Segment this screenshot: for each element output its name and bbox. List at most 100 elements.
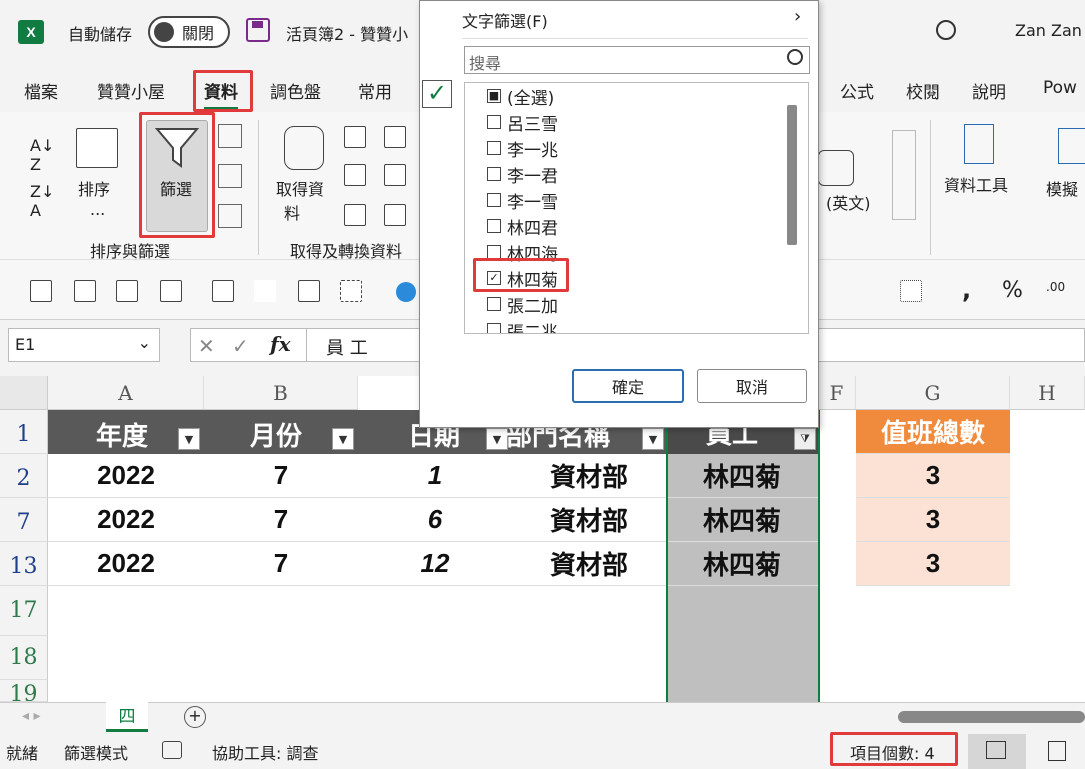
what-if-label[interactable]: 模擬 xyxy=(1046,176,1078,200)
cell-employee[interactable]: 林四菊 xyxy=(666,542,818,586)
cancel-icon[interactable]: ✕ xyxy=(198,334,215,358)
toolbar-icon[interactable] xyxy=(30,280,52,302)
list-item[interactable]: 李一兆 xyxy=(487,135,558,161)
list-item[interactable]: 林四君 xyxy=(487,213,558,239)
crop-icon[interactable] xyxy=(298,280,320,302)
fx-icon[interactable]: fx xyxy=(270,332,291,356)
cell-month[interactable]: 7 xyxy=(204,454,358,498)
g-cell[interactable]: 3 xyxy=(856,498,1010,542)
pointer-icon[interactable] xyxy=(254,280,276,302)
accessibility-status[interactable]: 協助工具: 調查 xyxy=(212,740,318,764)
borders-icon[interactable] xyxy=(900,280,922,302)
list-item[interactable]: 李一君 xyxy=(487,161,558,187)
active-filter-icon[interactable]: ⧩ xyxy=(794,428,816,450)
percent-icon[interactable]: % xyxy=(1002,278,1023,303)
column-header-a[interactable]: A xyxy=(48,376,204,410)
database-icon[interactable] xyxy=(284,126,324,170)
row-header[interactable]: 1 xyxy=(0,410,48,454)
data-tools-label[interactable]: 資料工具 xyxy=(944,172,1008,196)
sheet-tab[interactable]: 四 xyxy=(106,702,148,732)
tab-formulas[interactable]: 公式 xyxy=(840,78,874,103)
filter-dropdown[interactable]: ▼ xyxy=(178,428,200,450)
tab-help[interactable]: 說明 xyxy=(972,78,1006,103)
select-all[interactable] xyxy=(0,376,48,410)
cell-date[interactable]: 1 xyxy=(358,454,512,498)
filter-dropdown[interactable]: ▼ xyxy=(486,428,508,450)
g-cell[interactable]: 3 xyxy=(856,454,1010,498)
search-input[interactable]: 搜尋 xyxy=(464,46,810,74)
row-header[interactable]: 2 xyxy=(0,454,48,498)
data-model-icon[interactable] xyxy=(384,204,406,226)
macro-record-icon[interactable] xyxy=(162,741,182,759)
tab-power[interactable]: Pow xyxy=(1043,78,1077,98)
from-text-icon[interactable] xyxy=(344,126,366,148)
column-header-h[interactable]: H xyxy=(1010,376,1085,410)
scrollbar-thumb[interactable] xyxy=(787,105,797,245)
format-painter-icon[interactable] xyxy=(858,280,880,302)
list-item[interactable]: ■ (全選) xyxy=(487,83,554,109)
list-item[interactable]: 張二加 xyxy=(487,291,558,317)
row-header[interactable]: 7 xyxy=(0,498,48,542)
column-header-f[interactable]: F xyxy=(818,376,856,410)
user-name[interactable]: Zan Zan xyxy=(1015,21,1082,40)
stocks-icon[interactable] xyxy=(818,150,854,186)
enter-icon[interactable]: ✓ xyxy=(232,334,249,358)
g-header[interactable]: 值班總數 xyxy=(856,410,1010,454)
tab-review[interactable]: 校閱 xyxy=(906,78,940,103)
autosave-toggle[interactable]: 關閉 xyxy=(148,16,230,48)
tab-palette[interactable]: 調色盤 xyxy=(270,78,321,103)
search-icon[interactable] xyxy=(936,20,956,40)
tab-file[interactable]: 檔案 xyxy=(24,78,58,103)
column-header-g[interactable]: G xyxy=(856,376,1010,410)
from-table-icon[interactable] xyxy=(344,204,366,226)
save-icon[interactable] xyxy=(246,18,270,42)
advanced-filter-icon[interactable] xyxy=(218,204,242,228)
sort-za-icon[interactable]: Z↓ A xyxy=(30,182,54,220)
cell-employee[interactable]: 林四菊 xyxy=(666,454,818,498)
data-tools-icon[interactable] xyxy=(964,124,994,164)
cell-year[interactable]: 2022 xyxy=(48,542,204,586)
sort-az-icon[interactable]: A↓ Z xyxy=(30,136,54,174)
tab-home[interactable]: 常用 xyxy=(358,78,392,103)
row-header[interactable]: 18 xyxy=(0,636,48,680)
reapply-icon[interactable] xyxy=(218,164,242,188)
filter-dropdown[interactable]: ▼ xyxy=(332,428,354,450)
cell-date[interactable]: 12 xyxy=(358,542,512,586)
decimal-icon[interactable]: .00 xyxy=(1046,280,1065,294)
toolbar-icon[interactable] xyxy=(74,280,96,302)
text-filter-menu[interactable]: 文字篩選(F) xyxy=(462,8,548,32)
add-sheet-button[interactable]: + xyxy=(184,706,206,728)
cell-dept[interactable]: 資材部 xyxy=(512,542,666,586)
cell-month[interactable]: 7 xyxy=(204,542,358,586)
horizontal-scrollbar[interactable] xyxy=(898,711,1085,723)
sort-icon[interactable] xyxy=(76,128,118,168)
gallery-scroll[interactable] xyxy=(892,130,916,220)
cell-date[interactable]: 6 xyxy=(358,498,512,542)
g-cell[interactable]: 3 xyxy=(856,542,1010,586)
existing-connections-icon[interactable] xyxy=(384,164,406,186)
sort-label[interactable]: 排序 xyxy=(78,176,110,200)
cell-employee[interactable]: 林四菊 xyxy=(666,498,818,542)
clear-filter-icon[interactable] xyxy=(218,124,242,148)
prev-sheet-icon[interactable]: ◂ ▸ xyxy=(22,708,41,724)
what-if-icon[interactable] xyxy=(1058,128,1085,164)
column-header-b[interactable]: B xyxy=(204,376,358,410)
select-all-check-icon[interactable]: ✓ xyxy=(422,80,452,108)
from-web-icon[interactable] xyxy=(344,164,366,186)
group-icon[interactable] xyxy=(340,280,362,302)
data-type-label[interactable]: (英文) xyxy=(826,190,871,214)
name-box[interactable]: E1 ⌄ xyxy=(8,328,160,362)
ok-button[interactable]: 確定 xyxy=(572,369,684,403)
cancel-button[interactable]: 取消 xyxy=(697,369,807,403)
filter-dropdown[interactable]: ▼ xyxy=(642,428,664,450)
row-header[interactable]: 17 xyxy=(0,586,48,636)
row-header[interactable]: 13 xyxy=(0,542,48,586)
toolbar-icon[interactable] xyxy=(212,280,234,302)
list-item[interactable]: 呂三雪 xyxy=(487,109,558,135)
comma-icon[interactable]: , xyxy=(962,276,971,304)
cell-dept[interactable]: 資材部 xyxy=(512,454,666,498)
list-item[interactable]: 張二兆 xyxy=(487,317,558,333)
recent-sources-icon[interactable] xyxy=(384,126,406,148)
get-data-label[interactable]: 取得資 xyxy=(276,176,324,200)
page-layout-icon[interactable] xyxy=(1048,741,1066,761)
